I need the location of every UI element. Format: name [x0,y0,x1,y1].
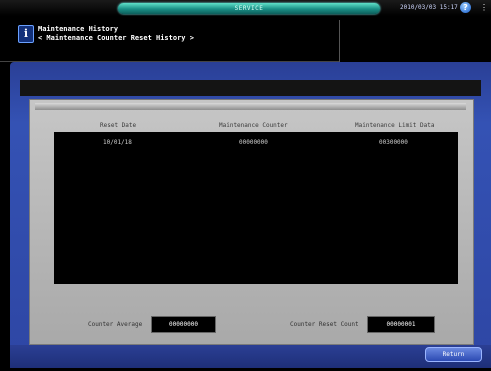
table-cell-reset-date: 10/01/18 [103,139,132,146]
screen-title: Maintenance History [38,25,119,33]
column-header-maintenance-counter: Maintenance Counter [219,122,288,129]
return-button[interactable]: Return [425,347,482,362]
counter-reset-count-value: 00000001 [367,316,435,333]
screen-header: i Maintenance History < Maintenance Coun… [0,16,491,62]
help-icon[interactable]: ? [460,2,471,13]
panel-title-bar [35,103,466,110]
service-mode-indicator: SERVICE [118,3,380,14]
column-header-maintenance-limit-data: Maintenance Limit Data [355,122,435,129]
header-divider [339,20,340,62]
column-header-reset-date: Reset Date [100,122,137,129]
date-time: 2010/03/03 15:17 [400,4,458,11]
screen-subtitle: < Maintenance Counter Reset History > [38,34,194,42]
table-cell-maintenance-counter: 00000000 [239,139,268,146]
history-table[interactable] [54,132,458,284]
counter-reset-count-label: Counter Reset Count [290,321,359,328]
table-cell-maintenance-limit-data: 00300000 [379,139,408,146]
workspace-strip [20,80,481,96]
counter-average-value: 00000000 [151,316,216,333]
bottom-bar [10,345,491,368]
counter-average-label: Counter Average [88,321,143,328]
status-icon: ⋮ [480,3,488,12]
info-icon: i [18,25,34,43]
service-label: SERVICE [234,5,264,12]
top-status-bar: SERVICE 2010/03/03 15:17 ? ⋮ [0,0,491,16]
